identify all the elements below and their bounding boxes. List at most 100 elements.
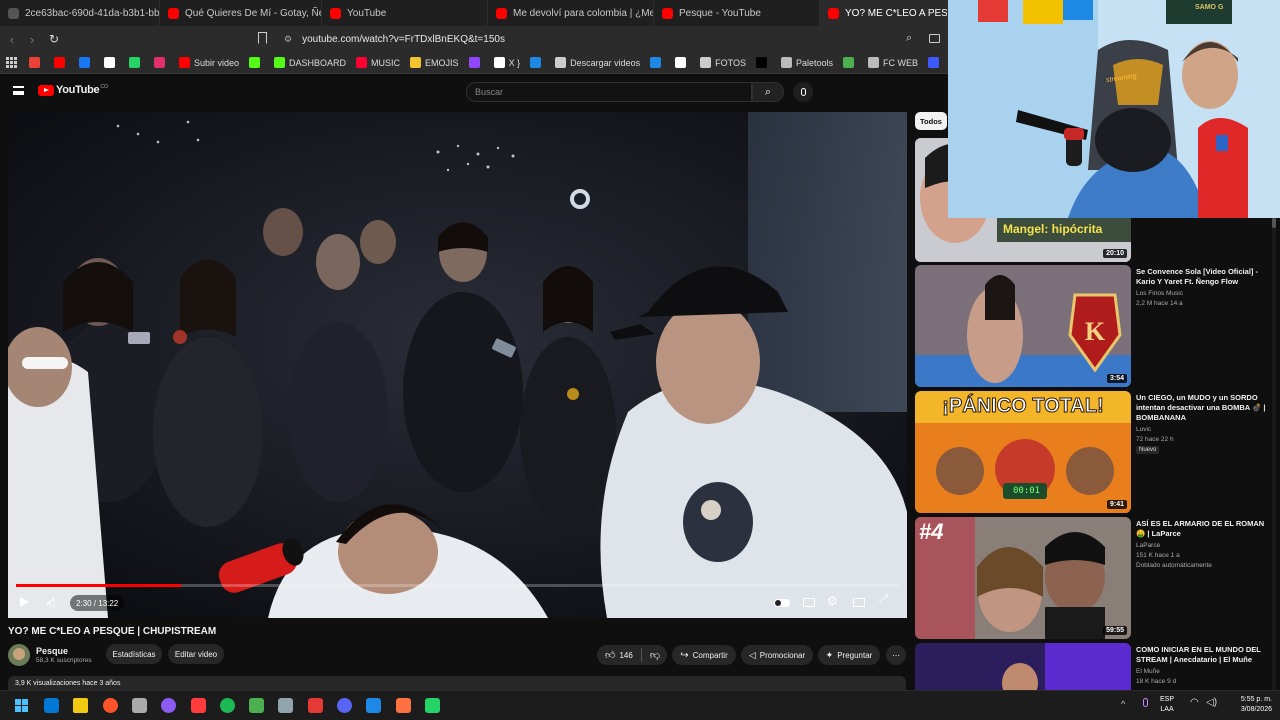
youtube-logo[interactable]: YouTube CO [38, 84, 108, 96]
edit-video-button[interactable]: Editar video [168, 644, 224, 664]
taskbar-app-icon[interactable] [424, 698, 440, 713]
settings-icon[interactable]: ⚙ [827, 594, 838, 608]
voice-search-button[interactable] [793, 82, 813, 102]
bookmark-icon[interactable] [129, 57, 144, 68]
miniplayer-icon[interactable] [853, 598, 865, 607]
browser-tab[interactable]: YouTube [322, 0, 488, 26]
taskbar-app-icon[interactable] [219, 698, 235, 713]
bookmark-icon[interactable] [104, 57, 119, 68]
recommendation-channel[interactable]: LaParce [1136, 541, 1266, 550]
bookmark-icon[interactable] [154, 57, 169, 68]
dislike-icon[interactable]: 👎︎ [650, 649, 660, 661]
recommendation-channel[interactable]: Luvic [1136, 425, 1266, 434]
bookmark-icon[interactable] [675, 57, 690, 68]
bookmark-item[interactable]: MUSIC [356, 57, 400, 68]
browser-tab-active[interactable]: YO? ME C*LEO A PESQUE | C [820, 0, 948, 26]
bookmark-icon[interactable] [755, 57, 771, 68]
taskbar-app-icon[interactable] [307, 698, 323, 713]
taskbar-app-icon[interactable] [44, 698, 59, 713]
browser-tab[interactable]: Qué Quieres De Mí - Gotay, Ñengo [160, 0, 322, 26]
play-icon[interactable] [20, 597, 29, 607]
recommendation-title[interactable]: Un CIEGO, un MUDO y un SORDO intentan de… [1136, 393, 1266, 423]
recommendation-title[interactable]: COMO INICIAR EN EL MUNDO DEL STREAM | An… [1136, 645, 1266, 665]
menu-icon[interactable] [13, 86, 24, 95]
bookmark-icon[interactable] [29, 57, 44, 68]
promote-button[interactable]: ◁ Promocionar [741, 645, 813, 665]
wifi-icon[interactable]: ◠ [1190, 697, 1199, 708]
language-indicator[interactable]: ESP LAA [1160, 695, 1174, 715]
windows-start-icon[interactable] [15, 699, 28, 712]
recommendation-channel[interactable]: El Muñe [1136, 667, 1266, 676]
search-button[interactable]: ⌕ [752, 82, 784, 102]
bookmark-icon[interactable] [79, 57, 94, 68]
bookmark-icon[interactable] [468, 57, 484, 68]
bookmark-icon[interactable] [927, 57, 943, 68]
zoom-icon[interactable]: ⌕ [906, 32, 912, 45]
ask-button[interactable]: ✦ Preguntar [818, 645, 880, 665]
view-count: 3,9 K visualizaciones hace 3 años [15, 680, 121, 687]
video-thumbnail[interactable] [915, 643, 1131, 690]
site-info-icon[interactable]: ⚙ [284, 34, 292, 45]
taskbar-app-icon[interactable] [161, 698, 177, 713]
share-button[interactable]: ↪ Compartir [672, 645, 736, 665]
bookmark-item[interactable]: Paletools [780, 57, 833, 68]
taskbar-app-icon[interactable] [337, 698, 352, 713]
taskbar-app-icon[interactable] [102, 698, 118, 713]
url-field[interactable]: ⚙ youtube.com/watch?v=FrTDxlBnEKQ&t=150s [276, 29, 916, 49]
taskbar-app-icon[interactable] [278, 698, 294, 713]
taskbar-app-icon[interactable] [366, 698, 382, 713]
thumbnail-overlay-text: ¡PÁNICO TOTAL! [942, 395, 1104, 418]
bookmark-item[interactable]: DASHBOARD [274, 57, 346, 68]
autoplay-toggle[interactable] [774, 599, 790, 607]
sidebar-scrollbar[interactable] [1272, 218, 1276, 690]
recommendation-channel[interactable]: Los Finos Music [1136, 289, 1266, 298]
forward-icon[interactable]: › [22, 32, 42, 47]
taskbar-app-icon[interactable] [190, 698, 206, 713]
bookmark-icon[interactable] [530, 57, 545, 68]
bookmark-item[interactable]: Descargar videos [555, 57, 640, 68]
chip-all[interactable]: Todos [915, 112, 947, 130]
channel-avatar[interactable] [8, 644, 30, 666]
browser-tab[interactable]: 2ce63bac-690d-41da-b3b1-bb96b0 [0, 0, 160, 26]
bookmark-icon[interactable] [54, 57, 69, 68]
bookmark-item[interactable]: FC WEB [867, 57, 918, 68]
bookmark-item[interactable]: FOTOS [700, 57, 746, 68]
recommendation-title[interactable]: ASÍ ES EL ARMARIO DE EL ROMAN 🤑 | LaParc… [1136, 519, 1266, 539]
clock[interactable]: 5:55 p. m. 3/08/2026 [1226, 695, 1272, 715]
apps-grid-icon[interactable] [6, 57, 17, 68]
taskbar-app-icon[interactable] [73, 698, 89, 713]
progress-bar[interactable] [16, 584, 899, 587]
taskbar-app-icon[interactable] [131, 698, 147, 713]
browser-tab[interactable]: Pesque - YouTube [654, 0, 820, 26]
video-player[interactable]: ◁̸ 2:30 / 13:22 ⚙ ⤢ [8, 112, 907, 618]
mic-tray-icon[interactable] [1143, 698, 1148, 707]
bookmark-icon[interactable] [842, 57, 858, 68]
browser-tab[interactable]: Me devolví para colombia | ¿Me que [488, 0, 654, 26]
bookmark-icon[interactable] [249, 57, 264, 68]
bookmark-item[interactable]: X } [493, 57, 520, 68]
subtitles-icon[interactable] [803, 598, 815, 607]
video-thumbnail[interactable]: ¡PÁNICO TOTAL! 00:01 9:41 [915, 391, 1131, 513]
bookmark-icon[interactable] [258, 32, 267, 44]
reload-icon[interactable]: ↻ [44, 32, 64, 46]
recommendation-title[interactable]: Se Convence Sola [Video Oficial] - Kario… [1136, 267, 1266, 287]
volume-icon[interactable]: ◁) [1206, 697, 1217, 708]
search-input[interactable]: Buscar [466, 82, 752, 102]
bookmark-item[interactable]: Subir video [179, 57, 239, 68]
video-thumbnail[interactable]: #4 59:55 [915, 517, 1131, 639]
taskbar-app-icon[interactable] [395, 698, 411, 713]
cast-icon[interactable] [929, 34, 940, 43]
channel-name[interactable]: Pesque [36, 646, 68, 656]
more-actions-button[interactable]: ⋯ [886, 645, 906, 665]
description-box[interactable]: 3,9 K visualizaciones hace 3 años [8, 676, 906, 690]
like-icon[interactable]: 👍︎ [605, 649, 615, 661]
video-thumbnail[interactable]: K 3:54 [915, 265, 1131, 387]
bookmark-icon[interactable] [650, 57, 665, 68]
stats-button[interactable]: Estadísticas [106, 644, 162, 664]
back-icon[interactable]: ‹ [2, 32, 22, 47]
taskbar-app-icon[interactable] [249, 698, 265, 713]
fullscreen-icon[interactable]: ⤢ [879, 593, 888, 606]
tray-chevron-icon[interactable]: ^ [1121, 699, 1125, 709]
mute-icon[interactable]: ◁̸ [46, 596, 54, 609]
bookmark-item[interactable]: EMOJIS [410, 57, 459, 68]
